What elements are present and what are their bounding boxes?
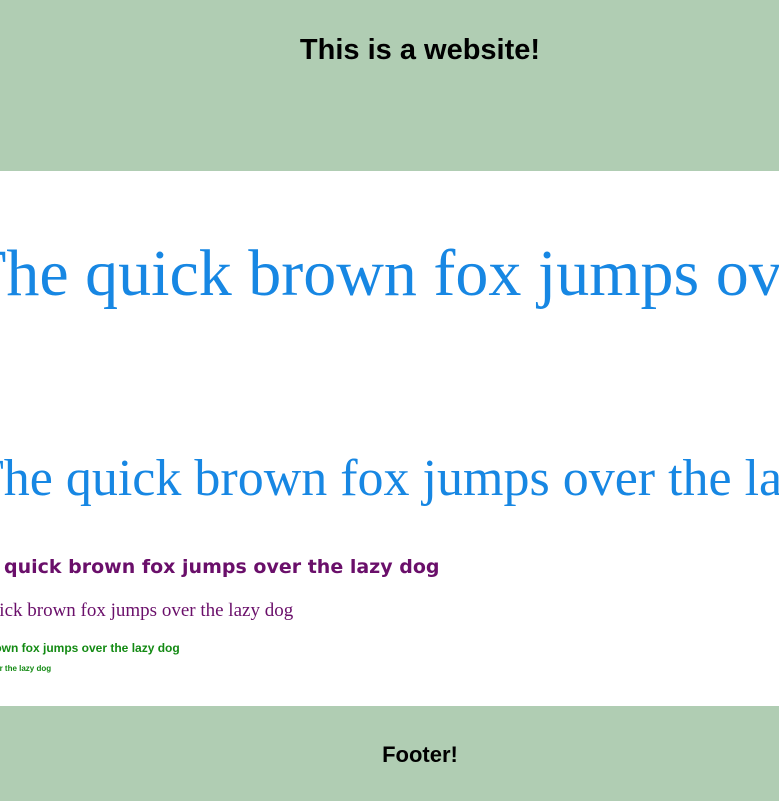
sample-text-line-5: The quick brown fox jumps over the lazy … xyxy=(0,641,180,655)
page-title: This is a website! xyxy=(299,34,541,66)
footer-text: Footer! xyxy=(382,742,458,767)
sample-text-line-4: The quick brown fox jumps over the lazy … xyxy=(0,600,294,621)
sample-text-line-1: The quick brown fox jumps over the lazy … xyxy=(0,237,779,310)
main-content: The quick brown fox jumps over the lazy … xyxy=(0,171,779,706)
sample-text-line-2: The quick brown fox jumps over the lazy … xyxy=(0,450,779,507)
page-footer: Footer! xyxy=(0,706,779,801)
sample-text-line-6: The quick brown fox jumps over the lazy … xyxy=(0,664,52,673)
page-header: This is a website! xyxy=(0,0,779,171)
sample-text-line-3: The quick brown fox jumps over the lazy … xyxy=(0,556,440,578)
